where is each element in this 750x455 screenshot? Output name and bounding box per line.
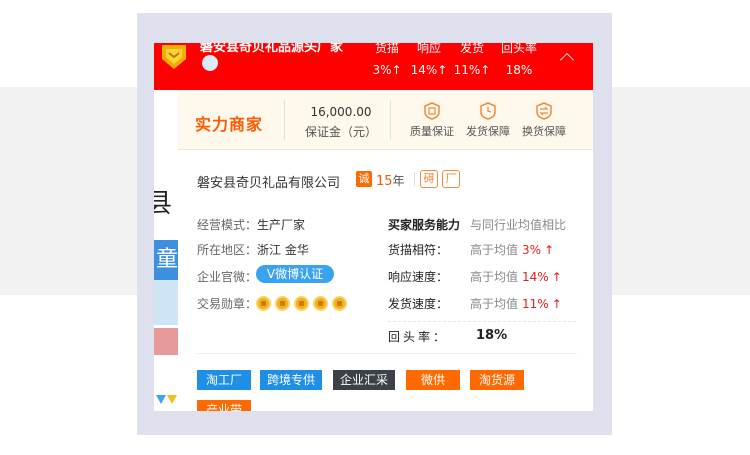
arrow-up-icon: ↑ xyxy=(544,243,555,257)
divider xyxy=(390,100,391,140)
rating-response-value: 高于均值 14% ↑ xyxy=(470,270,562,284)
banner-blue-block: 童 xyxy=(154,240,178,280)
rating-shipping-label: 发货速度： xyxy=(388,297,449,311)
company-name-link[interactable]: 磐安县奇贝礼品有限公司 xyxy=(197,172,340,191)
shop-guarantee-row: 实力商家 16,000.00 保证金（元） 质量保证 发货保障 换货保障 xyxy=(178,90,593,150)
medal-icon xyxy=(294,296,309,311)
divider xyxy=(284,100,285,140)
deposit-label: 保证金（元） xyxy=(304,125,377,139)
rating-response-label: 响应速度： xyxy=(388,270,449,284)
rating-describe-value: 高于均值 3% ↑ xyxy=(470,243,555,257)
official-weibo-label: 企业官微： xyxy=(197,270,258,284)
region: 所在地区：浙江 金华 xyxy=(197,243,309,257)
banner-pink-block xyxy=(154,328,178,355)
business-mode: 经营模式：生产厂家 xyxy=(197,218,306,232)
divider xyxy=(388,321,576,322)
exchange-guarantee-icon xyxy=(536,102,552,120)
repeat-rate-value: 18% xyxy=(476,328,508,343)
tag-taohuoyuan[interactable]: 淘货源 xyxy=(470,370,524,390)
weibo-v-icon: Ⅴ xyxy=(266,267,276,281)
header-stat-repeat: 回头率 18% xyxy=(500,43,537,77)
medal-icon xyxy=(256,296,271,311)
deposit-amount: 16,000.00 xyxy=(310,105,372,119)
shop-crown-icon xyxy=(162,45,186,69)
medal-icon xyxy=(313,296,328,311)
trade-medals[interactable] xyxy=(256,293,351,312)
shipping-guarantee[interactable]: 发货保障 xyxy=(460,102,516,139)
shipping-guarantee-icon xyxy=(480,102,496,120)
factory-badge-icon[interactable]: 厂 xyxy=(442,170,460,188)
banner-light-block xyxy=(154,280,178,325)
header-stat-describe: 货描 3%↑ xyxy=(372,43,402,77)
quality-guarantee[interactable]: 质量保证 xyxy=(404,102,460,139)
header-stat-shipping: 发货 11%↑ xyxy=(453,43,491,77)
shop-header-bar[interactable]: 磐安县奇贝礼品源头厂家 货描 3%↑ 响应 14%↑ 发货 11%↑ 回头率 18% xyxy=(154,43,593,90)
exchange-guarantee[interactable]: 换货保障 xyxy=(516,102,572,139)
tag-industry-belt[interactable]: 产业带 xyxy=(197,400,251,411)
medal-icon xyxy=(332,296,347,311)
banner-triangle-yellow xyxy=(167,395,177,404)
collapse-chevron-icon[interactable] xyxy=(559,52,575,68)
repeat-rate-label: 回头率： xyxy=(388,330,449,344)
industry-compare-label: 与同行业均值相比 xyxy=(470,218,567,232)
tag-weigong[interactable]: 微供 xyxy=(406,370,460,390)
membership-years: 15年 xyxy=(376,174,405,189)
arrow-up-icon: ↑ xyxy=(551,270,562,284)
left-banner-edge: 县 童 xyxy=(154,43,178,411)
medal-icon xyxy=(275,296,290,311)
quality-guarantee-icon xyxy=(424,102,440,120)
strong-merchant-label: 实力商家 xyxy=(195,115,264,134)
divider xyxy=(197,353,577,354)
tag-cross-border[interactable]: 跨境专供 xyxy=(260,370,322,390)
tag-taogongchang[interactable]: 淘工厂 xyxy=(197,370,251,390)
divider xyxy=(414,172,415,186)
chengxintong-badge-icon[interactable]: 诚 xyxy=(356,171,372,187)
rating-describe-label: 货描相符： xyxy=(388,243,449,257)
weibo-verified-button[interactable]: Ⅴ微博认证 xyxy=(256,265,334,283)
rating-shipping-value: 高于均值 11% ↑ xyxy=(470,297,562,311)
tag-enterprise-purchase[interactable]: 企业汇采 xyxy=(333,370,395,390)
header-stat-response: 响应 14%↑ xyxy=(410,43,448,77)
shop-info-card: 实力商家 16,000.00 保证金（元） 质量保证 发货保障 换货保障 磐安县… xyxy=(178,90,593,411)
banner-triangle-blue xyxy=(156,395,166,404)
service-ability-title: 买家服务能力 xyxy=(388,218,461,232)
banner-text-fragment: 县 xyxy=(154,189,173,219)
taobao-fish-icon xyxy=(202,55,218,71)
trade-medal-label: 交易勋章： xyxy=(197,297,258,311)
guarantee-badge-icon[interactable]: 碍 xyxy=(420,170,438,188)
header-company-name[interactable]: 磐安县奇贝礼品源头厂家 xyxy=(200,43,343,55)
arrow-up-icon: ↑ xyxy=(551,297,562,311)
